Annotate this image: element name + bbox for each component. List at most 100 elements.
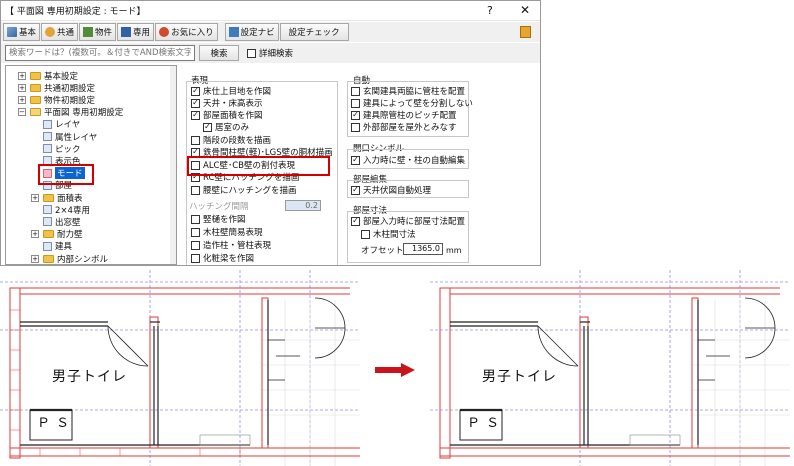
dialog-title: 【 平面図 専用初期設定 : モード】 — [5, 7, 146, 17]
option-checkbox[interactable]: 建具によって壁を分割しない — [351, 97, 473, 109]
tab-dedicated-label: 専用 — [133, 28, 151, 38]
option-checkbox[interactable]: ✓ 床仕上目地を作図 — [191, 85, 271, 97]
unchecked-box-icon[interactable] — [191, 253, 200, 263]
tab-basic-label: 基本 — [19, 28, 37, 38]
unchecked-box-icon[interactable] — [191, 185, 200, 195]
expand-icon[interactable]: + — [18, 95, 26, 104]
search-input[interactable] — [5, 45, 195, 61]
option-checkbox[interactable]: 木柱壁簡易表現 — [191, 226, 263, 238]
tree-item-label: 基本設定 — [44, 71, 79, 82]
folder-icon — [43, 230, 54, 239]
tree-item-label: 出窓壁 — [55, 217, 81, 228]
toolbar: 基本 共通 物件 専用 お気に入り ▼ 設定ナビ 設定チェック — [1, 22, 540, 42]
expand-icon[interactable]: + — [18, 83, 26, 92]
tab-basic[interactable]: 基本 — [3, 23, 41, 41]
search-button[interactable]: 検索 — [199, 45, 239, 61]
tree-item[interactable]: + 共通初期設定 — [18, 82, 96, 94]
expand-icon[interactable]: + — [31, 193, 39, 202]
help-button[interactable]: ? — [487, 4, 493, 17]
tree-item[interactable]: + 内部シンボル — [31, 253, 108, 264]
offset-unit: mm — [446, 246, 462, 255]
option-label: 玄関建具両脇に管柱を配置 — [363, 87, 466, 97]
unchecked-box-icon[interactable] — [351, 86, 360, 96]
settings-check-button[interactable]: 設定チェック — [279, 23, 349, 41]
option-label: 竪樋を作図 — [203, 215, 246, 225]
option-label: 天井伏図自動処理 — [363, 186, 432, 196]
tree-item[interactable]: + 物件初期設定 — [18, 94, 96, 106]
unchecked-box-icon[interactable] — [191, 214, 200, 224]
settings-page-icon — [43, 217, 52, 227]
title-bar: 【 平面図 専用初期設定 : モード】 — [1, 1, 540, 21]
tab-property-label: 物件 — [95, 28, 113, 38]
checked-box-icon[interactable]: ✓ — [191, 86, 200, 96]
hatch-interval-input[interactable]: 0.2 — [285, 200, 321, 211]
checked-box-icon[interactable]: ✓ — [351, 185, 360, 195]
option-checkbox[interactable]: 腰壁にハッチングを描画 — [191, 184, 297, 196]
unchecked-box-icon[interactable] — [191, 240, 200, 250]
option-checkbox[interactable]: 造作柱・管柱表現 — [191, 239, 271, 251]
tree-item[interactable]: + 面積表 — [31, 192, 83, 204]
tab-property[interactable]: 物件 — [79, 23, 117, 41]
option-checkbox[interactable]: 木柱間寸法 — [361, 228, 416, 240]
option-checkbox[interactable]: ✓ 入力時に壁・柱の自動編集 — [351, 154, 465, 166]
option-checkbox[interactable]: ✓ 建具際管柱のピッチ配置 — [351, 109, 457, 121]
option-checkbox[interactable]: ✓ 居室のみ — [203, 121, 249, 133]
option-label: 木柱壁簡易表現 — [203, 228, 263, 238]
tree-item[interactable]: ピック — [31, 143, 81, 155]
unchecked-box-icon[interactable] — [351, 98, 360, 108]
tree-item[interactable]: 建具 — [31, 241, 72, 252]
checked-box-icon[interactable]: ✓ — [191, 98, 200, 108]
unchecked-box-icon[interactable] — [361, 229, 370, 239]
tree-item-label: 共通初期設定 — [44, 83, 96, 94]
settings-navi-button[interactable]: 設定ナビ — [224, 23, 279, 41]
expand-icon[interactable]: + — [31, 254, 39, 263]
unchecked-box-icon[interactable] — [191, 135, 200, 145]
tab-common[interactable]: 共通 — [41, 23, 79, 41]
tree-item[interactable]: 出窓壁 — [31, 216, 81, 228]
tree-item[interactable]: レイヤ — [31, 119, 80, 130]
detail-search-box[interactable] — [247, 48, 256, 58]
checked-box-icon[interactable]: ✓ — [351, 155, 360, 165]
tab-dedicated[interactable]: 専用 — [117, 23, 155, 41]
checked-box-icon[interactable]: ✓ — [191, 110, 200, 120]
tree-item[interactable]: + 耐力壁 — [31, 229, 83, 240]
option-checkbox[interactable]: 玄関建具両脇に管柱を配置 — [351, 85, 465, 97]
detail-search-checkbox[interactable]: 詳細検索 — [247, 47, 293, 59]
option-checkbox[interactable]: ✓ 天井・床高表示 — [191, 97, 263, 109]
manual-book-icon[interactable] — [520, 26, 531, 38]
option-checkbox[interactable]: ✓ 部屋面積を作図 — [191, 109, 263, 121]
tree-item[interactable]: 属性レイヤ — [31, 131, 97, 143]
tree-item[interactable]: − 平面図 専用初期設定 — [18, 107, 123, 118]
tree-item-label: 物件初期設定 — [44, 95, 96, 106]
close-button[interactable]: ✕ — [520, 3, 530, 17]
tree-item[interactable]: + 基本設定 — [18, 70, 79, 82]
expand-icon[interactable]: + — [31, 230, 39, 239]
favorites-icon — [159, 27, 170, 37]
checked-box-icon[interactable]: ✓ — [351, 110, 360, 120]
folder-icon — [30, 108, 41, 117]
option-label: 部屋面積を作図 — [203, 111, 263, 121]
option-label: 居室のみ — [215, 123, 250, 133]
option-checkbox[interactable]: ✓ 天井伏図自動処理 — [351, 184, 431, 196]
dedicated-icon — [121, 27, 132, 37]
unchecked-box-icon[interactable] — [191, 227, 200, 237]
option-checkbox[interactable]: 竪樋を作図 — [191, 213, 246, 225]
tree-item[interactable]: 2×4専用 — [31, 204, 90, 216]
unchecked-box-icon[interactable] — [351, 122, 360, 132]
tab-favorites[interactable]: お気に入り — [155, 23, 218, 41]
checked-box-icon[interactable]: ✓ — [351, 216, 360, 226]
option-checkbox[interactable]: 化粧梁を作図 — [191, 252, 254, 264]
option-checkbox[interactable]: 外部部屋を屋外とみなす — [351, 121, 457, 133]
tree-scrollbar[interactable] — [170, 66, 176, 264]
option-checkbox[interactable]: ✓ 部屋入力時に部屋寸法配置 — [351, 215, 465, 227]
navi-icon — [228, 27, 239, 37]
expand-icon[interactable]: + — [18, 71, 26, 80]
checked-box-icon[interactable]: ✓ — [203, 122, 212, 132]
property-icon — [83, 27, 94, 37]
offset-input[interactable]: 1365.0 — [403, 243, 443, 255]
option-checkbox[interactable]: 階段の段数を描画 — [191, 134, 271, 146]
tree-item-label: 平面図 専用初期設定 — [44, 108, 124, 119]
ps-label-before: ＰＳ — [37, 416, 76, 431]
settings-check-label: 設定チェック — [288, 28, 340, 38]
collapse-icon[interactable]: − — [18, 108, 26, 117]
